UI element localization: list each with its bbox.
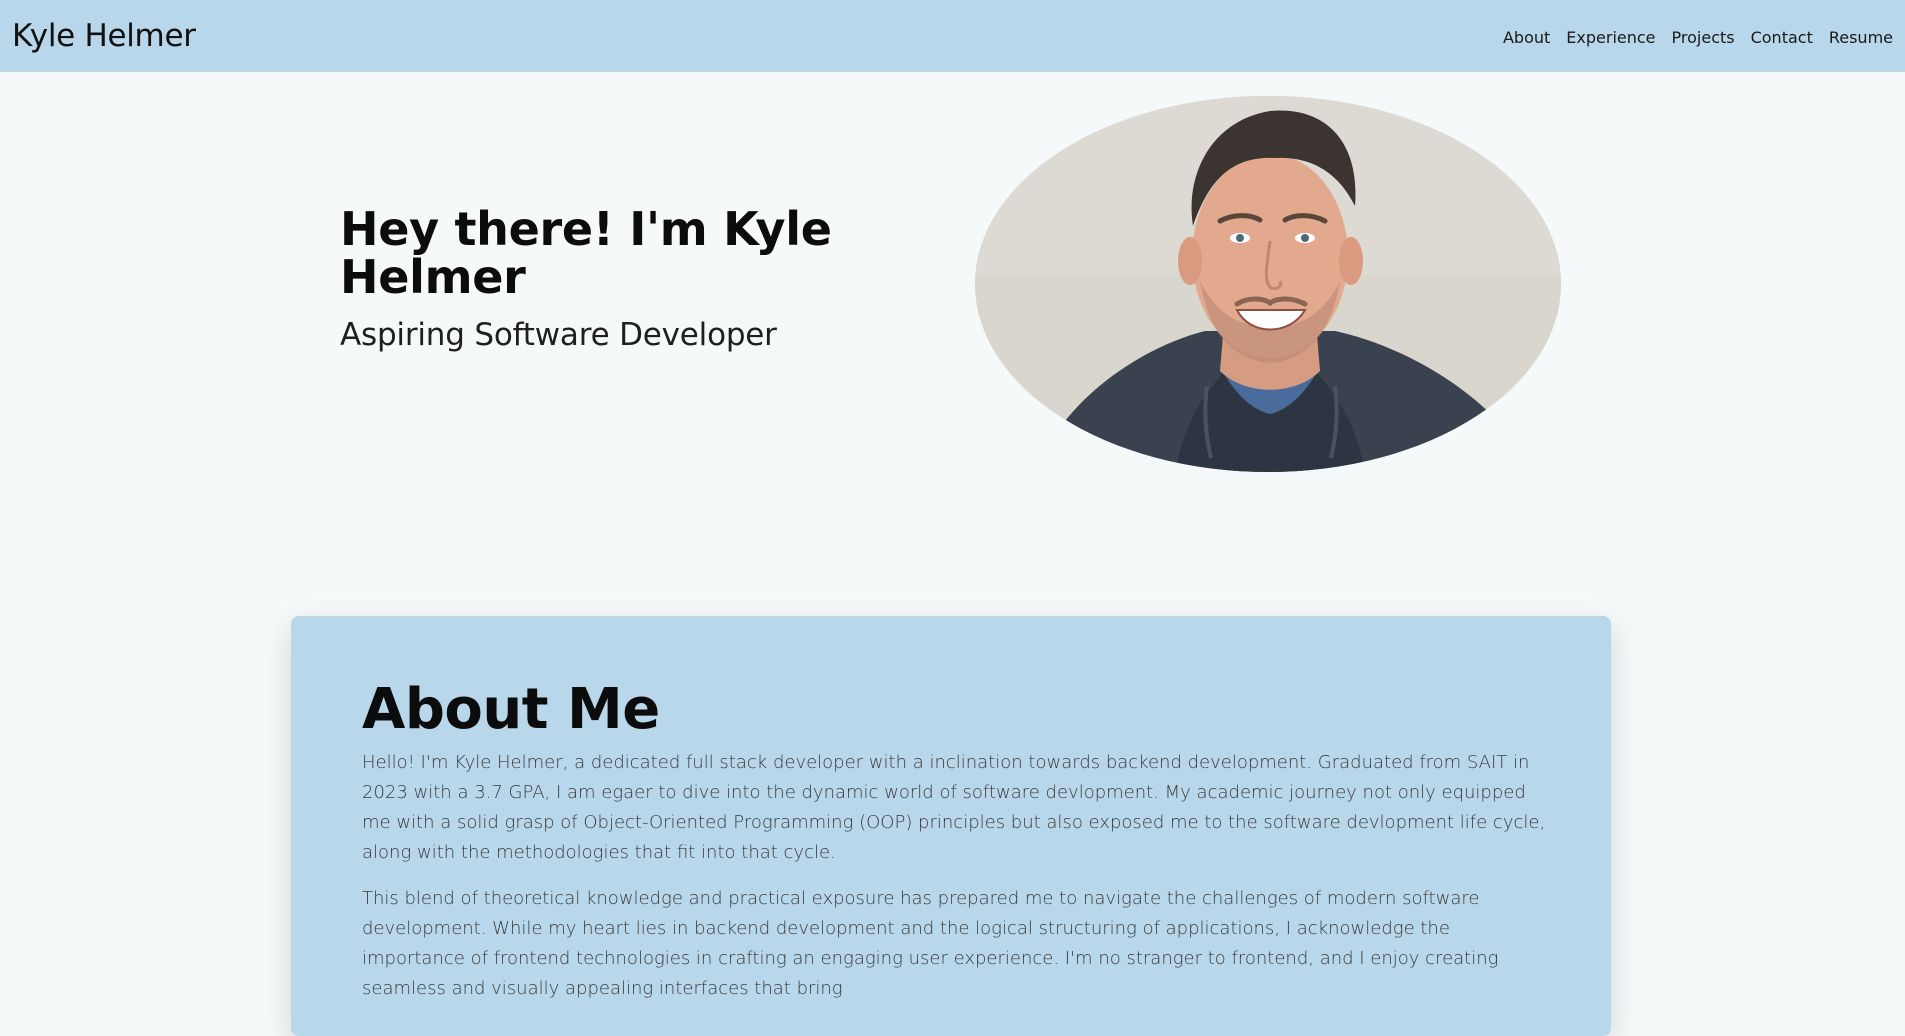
navbar: Kyle Helmer About Experience Projects Co… (0, 0, 1905, 72)
nav-links: About Experience Projects Contact Resume (1503, 28, 1893, 47)
nav-link-resume[interactable]: Resume (1829, 28, 1893, 47)
brand-link[interactable]: Kyle Helmer (12, 18, 196, 54)
nav-link-contact[interactable]: Contact (1751, 28, 1813, 47)
about-title: About Me (362, 677, 660, 742)
portrait-illustration (975, 96, 1561, 472)
about-card: About Me Hello! I'm Kyle Helmer, a dedic… (291, 616, 1611, 1036)
hero-text: Hey there! I'm Kyle Helmer Aspiring Soft… (340, 205, 860, 353)
about-paragraph-2: This blend of theoretical knowledge and … (362, 888, 1499, 999)
hero-title: Hey there! I'm Kyle Helmer (340, 202, 832, 304)
nav-link-about[interactable]: About (1503, 28, 1550, 47)
nav-link-projects[interactable]: Projects (1672, 28, 1735, 47)
about-paragraph-1: Hello! I'm Kyle Helmer, a dedicated full… (362, 752, 1546, 863)
nav-link-experience[interactable]: Experience (1566, 28, 1655, 47)
hero-section: Hey there! I'm Kyle Helmer Aspiring Soft… (0, 72, 1905, 552)
portrait-photo (975, 96, 1561, 472)
hero-subtitle: Aspiring Software Developer (340, 317, 777, 353)
